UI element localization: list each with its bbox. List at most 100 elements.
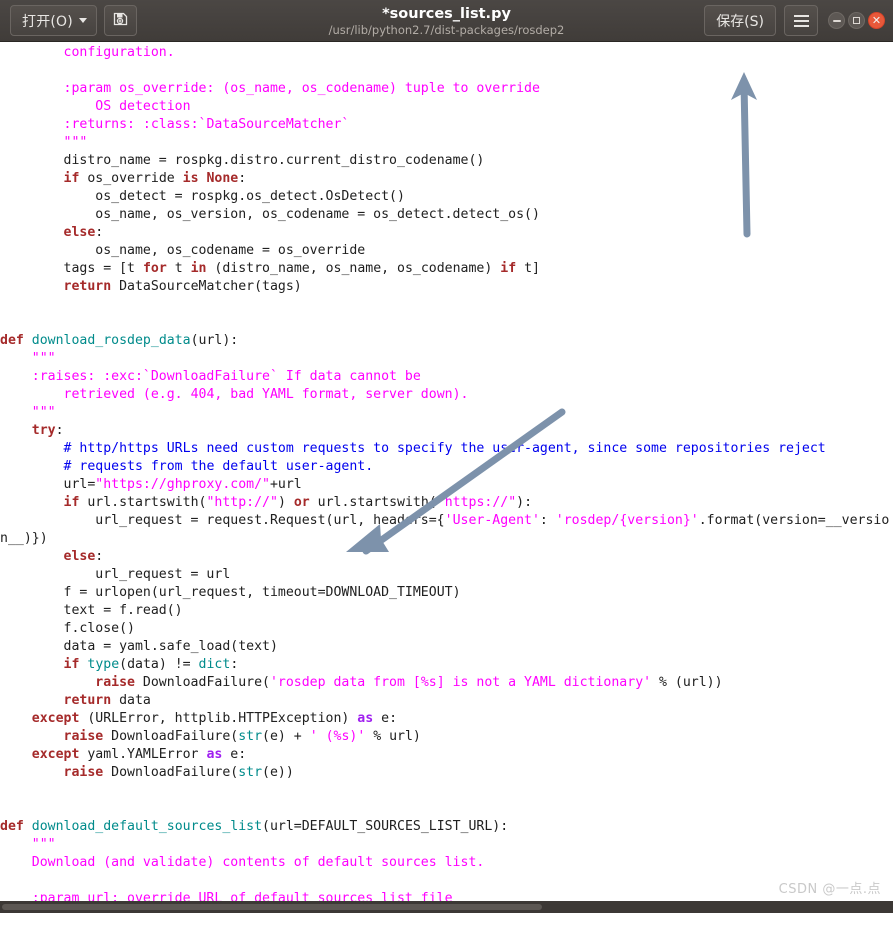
code-token: : — [95, 549, 104, 564]
code-line: else: — [0, 224, 893, 242]
code-token: yaml.YAMLError — [79, 747, 207, 762]
code-token: is — [182, 171, 199, 186]
code-line: :returns: :class:`DataSourceMatcher` — [0, 116, 893, 134]
code-line: def download_rosdep_data(url): — [0, 332, 893, 350]
code-line: if type(data) != dict: — [0, 656, 893, 674]
code-line: if url.startswith("http://") or url.star… — [0, 494, 893, 512]
close-button[interactable]: ✕ — [868, 12, 885, 29]
save-button[interactable]: 保存(S) — [704, 5, 776, 36]
code-line: # http/https URLs need custom requests t… — [0, 440, 893, 458]
code-token: "https://ghproxy.com/" — [95, 477, 270, 492]
code-token: def — [0, 819, 24, 834]
code-token: (data) != — [119, 657, 199, 672]
code-token: +url — [269, 477, 302, 492]
code-token: (distro_name, os_name, os_codename) — [206, 261, 501, 276]
code-token: : — [230, 657, 239, 672]
code-line: distro_name = rospkg.distro.current_dist… — [0, 152, 893, 170]
code-line: OS detection — [0, 98, 893, 116]
source-code-text[interactable]: configuration. :param os_override: (os_n… — [0, 44, 893, 908]
save-as-button[interactable] — [103, 5, 137, 36]
code-token: os_name, os_version, os_codename = os_de… — [95, 207, 540, 222]
code-token: download_rosdep_data — [31, 333, 191, 348]
code-token: :returns: :class:`DataSourceMatcher` — [63, 117, 350, 132]
code-token: # http/https URLs need custom requests t… — [63, 441, 826, 456]
code-token: (e)) — [262, 765, 294, 780]
save-as-icon — [112, 11, 128, 31]
code-editor-area[interactable]: configuration. :param os_override: (os_n… — [0, 42, 893, 913]
maximize-icon — [853, 17, 860, 24]
code-token: tags = [t — [63, 261, 143, 276]
code-token: retrieved (e.g. 404, bad YAML format, se… — [63, 387, 469, 402]
code-token: dict — [198, 657, 231, 672]
code-line: f = urlopen(url_request, timeout=DOWNLOA… — [0, 584, 893, 602]
code-token: as — [357, 711, 374, 726]
code-token: e: — [373, 711, 398, 726]
code-line: """ — [0, 404, 893, 422]
maximize-button[interactable] — [848, 12, 865, 29]
code-token: else — [63, 549, 96, 564]
code-token: try — [31, 423, 56, 438]
code-token: if — [63, 657, 80, 672]
horizontal-scrollbar[interactable] — [0, 901, 893, 913]
code-token: """ — [63, 135, 88, 150]
code-token: DownloadFailure( — [134, 675, 270, 690]
code-line: url_request = url — [0, 566, 893, 584]
hamburger-menu-icon — [793, 14, 809, 27]
code-token: download_default_sources_list — [31, 819, 263, 834]
code-token: raise — [95, 675, 135, 690]
code-line: raise DownloadFailure('rosdep data from … — [0, 674, 893, 692]
open-button[interactable]: 打开(O) — [10, 5, 97, 36]
code-token: """ — [31, 405, 56, 420]
code-line: return data — [0, 692, 893, 710]
code-token: DownloadFailure( — [103, 729, 239, 744]
code-token: if — [500, 261, 517, 276]
page-title: *sources_list.py — [382, 5, 511, 22]
code-token: % (url)) — [651, 675, 723, 690]
title-bar: 打开(O) *sources_list.py /usr/lib/python2.… — [0, 0, 893, 42]
code-line: tags = [t for t in (distro_name, os_name… — [0, 260, 893, 278]
code-token: 'User-Agent' — [444, 513, 540, 528]
code-token: or — [293, 495, 310, 510]
code-token: return — [63, 693, 112, 708]
code-token: : — [238, 171, 247, 186]
code-token: text = f.read() — [63, 603, 183, 618]
code-line: Download (and validate) contents of defa… — [0, 854, 893, 872]
code-token: return — [63, 279, 112, 294]
code-line: configuration. — [0, 44, 893, 62]
horizontal-scrollbar-thumb[interactable] — [2, 904, 542, 910]
code-token: DataSourceMatcher(tags) — [111, 279, 302, 294]
code-token: """ — [31, 351, 56, 366]
code-line: :raises: :exc:`DownloadFailure` If data … — [0, 368, 893, 386]
code-token: e: — [222, 747, 247, 762]
code-line: if os_override is None: — [0, 170, 893, 188]
code-token: os_name, os_codename = os_override — [95, 243, 366, 258]
code-token: ) — [277, 495, 294, 510]
code-token: os_detect = rospkg.os_detect.OsDetect() — [95, 189, 405, 204]
code-line: try: — [0, 422, 893, 440]
code-line: :param os_override: (os_name, os_codenam… — [0, 80, 893, 98]
code-line: os_name, os_version, os_codename = os_de… — [0, 206, 893, 224]
code-token: as — [206, 747, 223, 762]
open-button-label: 打开(O) — [22, 13, 73, 30]
code-token: except — [31, 747, 80, 762]
code-line: """ — [0, 836, 893, 854]
window-controls: ✕ — [828, 12, 885, 29]
code-token: ' (%s)' — [309, 729, 366, 744]
minimize-icon — [832, 19, 841, 22]
code-token: if — [63, 171, 80, 186]
code-line: except (URLError, httplib.HTTPException)… — [0, 710, 893, 728]
code-token: def — [0, 333, 24, 348]
code-token: url.startswith( — [309, 495, 437, 510]
code-token: f = urlopen(url_request, timeout=DOWNLOA… — [63, 585, 461, 600]
file-path-subtitle: /usr/lib/python2.7/dist-packages/rosdep2 — [328, 22, 565, 37]
minimize-button[interactable] — [828, 12, 845, 29]
code-line: except yaml.YAMLError as e: — [0, 746, 893, 764]
main-menu-button[interactable] — [784, 5, 818, 36]
code-token: configuration. — [63, 45, 175, 60]
code-token: :raises: :exc:`DownloadFailure` If data … — [31, 369, 421, 384]
